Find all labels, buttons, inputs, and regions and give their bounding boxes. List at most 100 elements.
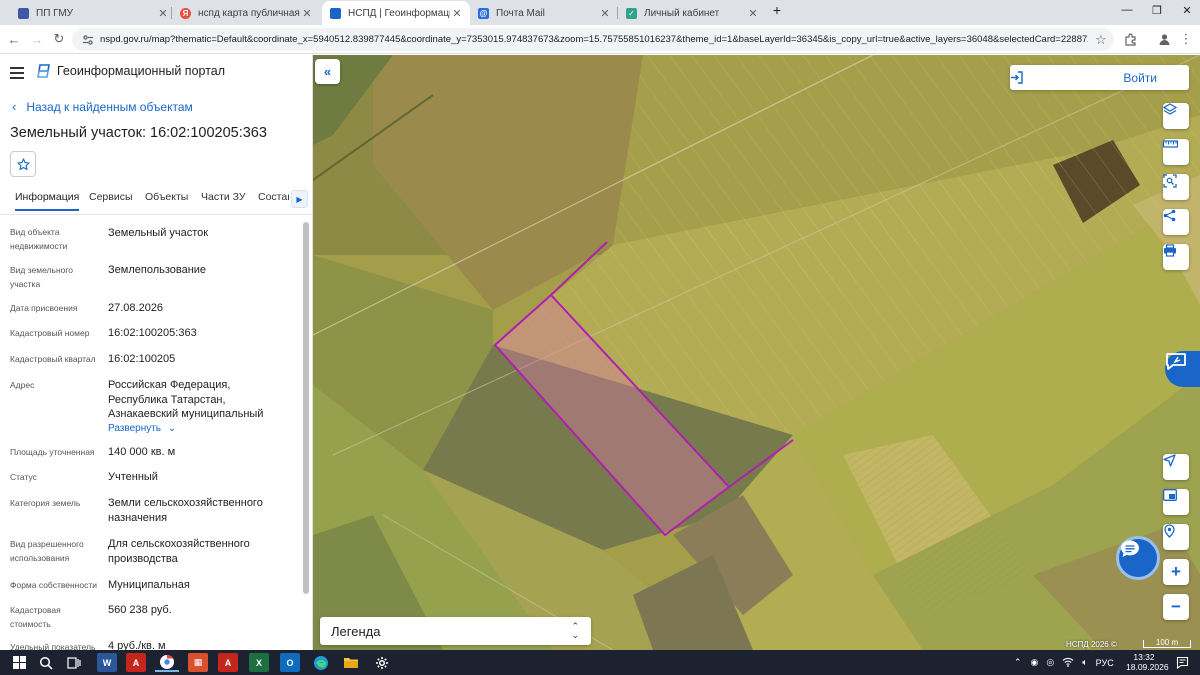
site-info-icon[interactable] — [82, 34, 94, 46]
property-label: Дата присвоения — [10, 303, 78, 313]
layers-button[interactable] — [1163, 103, 1189, 129]
portal-title: Геоинформационный портал — [57, 64, 226, 78]
browser-tab-mail[interactable]: @ Почта Mail ✕ — [470, 1, 618, 25]
property-label: Форма собственности — [10, 580, 97, 590]
excel-app-icon[interactable]: X — [249, 653, 269, 672]
property-value: Землепользование — [108, 264, 207, 276]
scrollbar-thumb[interactable] — [303, 222, 309, 594]
volume-icon[interactable]: 🔈︎ — [1082, 657, 1087, 668]
share-button[interactable] — [1163, 209, 1189, 235]
close-icon[interactable]: ✕ — [450, 7, 464, 20]
legend-toggle[interactable]: Легенда ⌃ ⌄ — [320, 617, 591, 645]
address-bar[interactable]: nspd.gov.ru/map?thematic=Default&coordin… — [72, 28, 1114, 51]
close-icon[interactable]: ✕ — [598, 7, 612, 20]
tab-title: нспд карта публичная кадастр — [198, 7, 300, 19]
task-view-icon[interactable] — [64, 653, 84, 672]
ruler-button[interactable] — [1163, 139, 1189, 165]
tab-title: Почта Mail — [496, 7, 545, 19]
property-value: Учтенный — [108, 471, 158, 483]
address-url: nspd.gov.ru/map?thematic=Default&coordin… — [100, 34, 1088, 45]
maximize-window-button[interactable]: ❐ — [1142, 4, 1172, 17]
minimap-icon — [1163, 489, 1177, 501]
back-to-results-link[interactable]: ‹ Назад к найденным объектам — [12, 99, 193, 114]
property-label: Адрес — [10, 380, 35, 390]
chat-assistant-button[interactable] — [1116, 536, 1160, 580]
zoom-out-button[interactable]: − — [1163, 594, 1189, 620]
close-icon[interactable]: ✕ — [746, 7, 760, 20]
notifications-icon[interactable] — [1172, 653, 1192, 672]
login-icon — [1011, 71, 1023, 84]
hamburger-menu-icon[interactable] — [10, 67, 24, 79]
tab-services[interactable]: Сервисы — [89, 191, 133, 203]
favorite-button[interactable] — [10, 151, 36, 177]
expand-address-link[interactable]: Развернуть ⌄ — [108, 423, 176, 434]
language-indicator[interactable]: РУС — [1096, 658, 1114, 668]
tab-information[interactable]: Информация — [15, 191, 80, 211]
expand-collapse-icon: ⌃ ⌄ — [571, 621, 579, 640]
feedback-tab-button[interactable] — [1165, 351, 1200, 387]
area-select-button[interactable] — [1163, 174, 1189, 200]
record-icon[interactable]: ◉ — [1031, 657, 1039, 668]
collapse-panel-button[interactable]: « — [315, 59, 340, 84]
tab-objects[interactable]: Объекты — [145, 191, 188, 203]
meet-icon[interactable]: ◎ — [1046, 657, 1054, 668]
panel-scrollbar[interactable] — [302, 218, 311, 648]
pdf-reader-icon[interactable]: A — [126, 653, 146, 672]
browser-tab-cabinet[interactable]: ✓ Личный кабинет ✕ — [618, 1, 766, 25]
tab-title: НСПД | Геоинформационный — [348, 7, 450, 19]
geolocation-button[interactable] — [1163, 454, 1189, 480]
select-area-icon — [1163, 174, 1177, 188]
tab-land-parts[interactable]: Части ЗУ — [201, 191, 246, 203]
acrobat-icon[interactable]: A — [218, 653, 238, 672]
portal-brand[interactable]: Геоинформационный портал — [37, 64, 225, 78]
login-button[interactable]: Войти — [1010, 65, 1189, 90]
edge-app-icon[interactable] — [311, 653, 331, 672]
map-view[interactable]: « Войти + − Легенда ⌃ ⌄ НСПД 2026 © 100 m — [313, 55, 1200, 650]
zoom-in-button[interactable]: + — [1163, 559, 1189, 585]
file-explorer-icon[interactable] — [341, 653, 361, 672]
outlook-app-icon[interactable]: O — [280, 653, 300, 672]
close-icon[interactable]: ✕ — [300, 7, 314, 20]
settings-gear-icon[interactable] — [372, 653, 392, 672]
search-icon[interactable] — [36, 653, 56, 672]
system-clock[interactable]: 13:32 18.09.2026 — [1126, 652, 1169, 672]
chevron-down-icon: ⌄ — [167, 423, 177, 434]
word-app-icon[interactable]: W — [97, 653, 117, 672]
sheets-app-icon[interactable]: ▦ — [188, 653, 208, 672]
satellite-map[interactable] — [313, 55, 1200, 650]
tabs-scroll-right-icon[interactable]: ▶ — [291, 190, 308, 208]
mail-icon: @ — [478, 7, 489, 19]
map-attribution: НСПД 2026 © — [1066, 640, 1117, 649]
property-value: 560 238 руб. — [108, 604, 172, 616]
property-value: 27.08.2026 — [108, 302, 164, 314]
profile-icon[interactable] — [1156, 31, 1172, 47]
browser-tab-gmu[interactable]: ПП ГМУ ✕ — [10, 1, 176, 25]
tab-composition[interactable]: Состав — [258, 191, 289, 203]
browser-tab-search[interactable]: Я нспд карта публичная кадастр ✕ — [172, 1, 320, 25]
property-label: Площадь уточненная — [10, 447, 95, 457]
minimize-window-button[interactable]: — — [1112, 4, 1142, 16]
browser-tab-nspd[interactable]: НСПД | Геоинформационный ✕ — [322, 1, 470, 25]
wifi-icon[interactable] — [1062, 657, 1074, 669]
minimap-button[interactable] — [1163, 489, 1189, 515]
windows-start-icon[interactable] — [9, 653, 29, 672]
my-location-button[interactable] — [1163, 524, 1189, 550]
bookmark-star-icon[interactable]: ☆ — [1088, 32, 1114, 48]
print-button[interactable] — [1163, 244, 1189, 270]
map-scale-bar: 100 m — [1143, 639, 1191, 648]
property-label: Кадастровая стоимость — [10, 605, 61, 629]
system-tray: ⌃ ◉ ◎ 🔈︎ РУС — [1014, 650, 1114, 675]
clock-time: 13:32 — [1133, 652, 1155, 662]
show-hidden-icons-icon[interactable]: ⌃ — [1014, 657, 1022, 668]
extensions-icon[interactable] — [1122, 31, 1138, 47]
close-icon[interactable]: ✕ — [156, 7, 170, 20]
property-value: 140 000 кв. м — [108, 446, 176, 458]
back-arrow-icon[interactable]: ← — [6, 31, 22, 47]
forward-arrow-icon[interactable]: → — [29, 31, 45, 47]
close-window-button[interactable]: ✕ — [1172, 4, 1200, 17]
legend-label: Легенда — [331, 623, 381, 639]
reload-icon[interactable]: ↻ — [51, 31, 67, 47]
new-tab-button[interactable]: + — [762, 2, 792, 18]
browser-menu-icon[interactable]: ⋮ — [1178, 31, 1194, 47]
chrome-app-icon[interactable] — [155, 653, 179, 672]
